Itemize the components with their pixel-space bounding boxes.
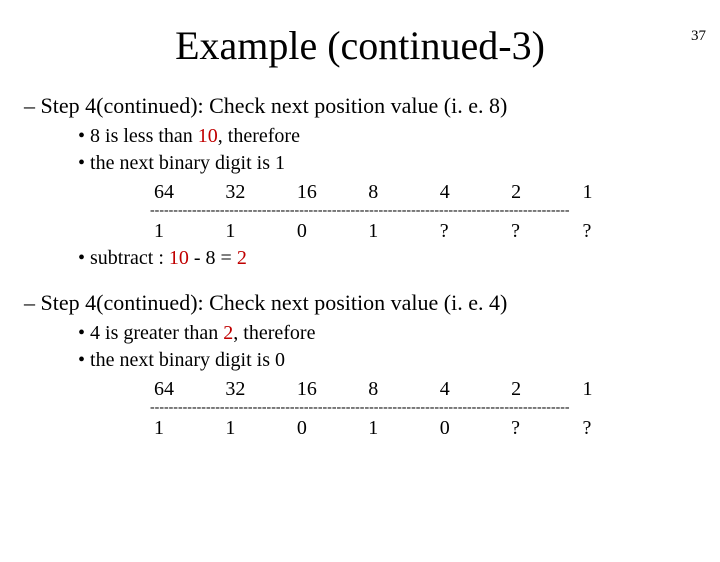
- hdr-cell: 64: [150, 181, 221, 204]
- bullet-text: , therefore: [218, 125, 300, 147]
- position-table: 64 32 16 8 4 2 1 -----------------------…: [150, 378, 650, 440]
- bullet: 8 is less than 10, therefore: [96, 125, 720, 148]
- val-cell: ?: [507, 417, 578, 440]
- hdr-cell: 32: [221, 378, 292, 401]
- bullet: 4 is greater than 2, therefore: [96, 322, 720, 345]
- val-cell: 1: [221, 220, 292, 243]
- subtract-a: 10: [169, 247, 189, 269]
- subtract-text: - 8 =: [189, 247, 237, 269]
- hdr-cell: 2: [507, 378, 578, 401]
- table-values: 1 1 0 1 ? ? ?: [150, 220, 650, 243]
- rule: ----------------------------------------…: [150, 403, 650, 413]
- subtract-b: 2: [237, 247, 247, 269]
- hdr-cell: 1: [579, 378, 650, 401]
- hdr-cell: 64: [150, 378, 221, 401]
- table-headers: 64 32 16 8 4 2 1: [150, 181, 650, 204]
- step-heading: Step 4(continued): Check next position v…: [44, 290, 720, 316]
- slide-title: Example (continued-3): [0, 22, 720, 69]
- hdr-cell: 32: [221, 181, 292, 204]
- val-cell: ?: [436, 220, 507, 243]
- val-cell: 0: [293, 417, 364, 440]
- step-heading: Step 4(continued): Check next position v…: [44, 93, 720, 119]
- val-cell: 1: [150, 417, 221, 440]
- table-headers: 64 32 16 8 4 2 1: [150, 378, 650, 401]
- subtract-line: subtract : 10 - 8 = 2: [96, 247, 720, 270]
- bullet-highlight: 2: [223, 322, 233, 344]
- val-cell: ?: [579, 220, 650, 243]
- val-cell: ?: [579, 417, 650, 440]
- hdr-cell: 4: [436, 181, 507, 204]
- subtract-text: subtract :: [90, 247, 169, 269]
- hdr-cell: 2: [507, 181, 578, 204]
- hdr-cell: 8: [364, 378, 435, 401]
- bullet-text: the next binary digit is 1: [90, 152, 285, 174]
- hdr-cell: 16: [293, 181, 364, 204]
- val-cell: 0: [436, 417, 507, 440]
- bullet: the next binary digit is 1: [96, 152, 720, 175]
- val-cell: 1: [364, 417, 435, 440]
- bullet-highlight: 10: [198, 125, 218, 147]
- val-cell: 1: [221, 417, 292, 440]
- bullet-text: , therefore: [233, 322, 315, 344]
- hdr-cell: 1: [579, 181, 650, 204]
- val-cell: 1: [150, 220, 221, 243]
- bullet-text: 4 is greater than: [90, 322, 223, 344]
- bullet-text: the next binary digit is 0: [90, 349, 285, 371]
- position-table: 64 32 16 8 4 2 1 -----------------------…: [150, 181, 650, 243]
- bullet-text: 8 is less than: [90, 125, 198, 147]
- hdr-cell: 8: [364, 181, 435, 204]
- slide: 37 Example (continued-3) Step 4(continue…: [0, 22, 720, 562]
- table-values: 1 1 0 1 0 ? ?: [150, 417, 650, 440]
- hdr-cell: 16: [293, 378, 364, 401]
- rule: ----------------------------------------…: [150, 206, 650, 216]
- val-cell: 1: [364, 220, 435, 243]
- hdr-cell: 4: [436, 378, 507, 401]
- page-number: 37: [691, 28, 706, 45]
- val-cell: ?: [507, 220, 578, 243]
- val-cell: 0: [293, 220, 364, 243]
- bullet: the next binary digit is 0: [96, 349, 720, 372]
